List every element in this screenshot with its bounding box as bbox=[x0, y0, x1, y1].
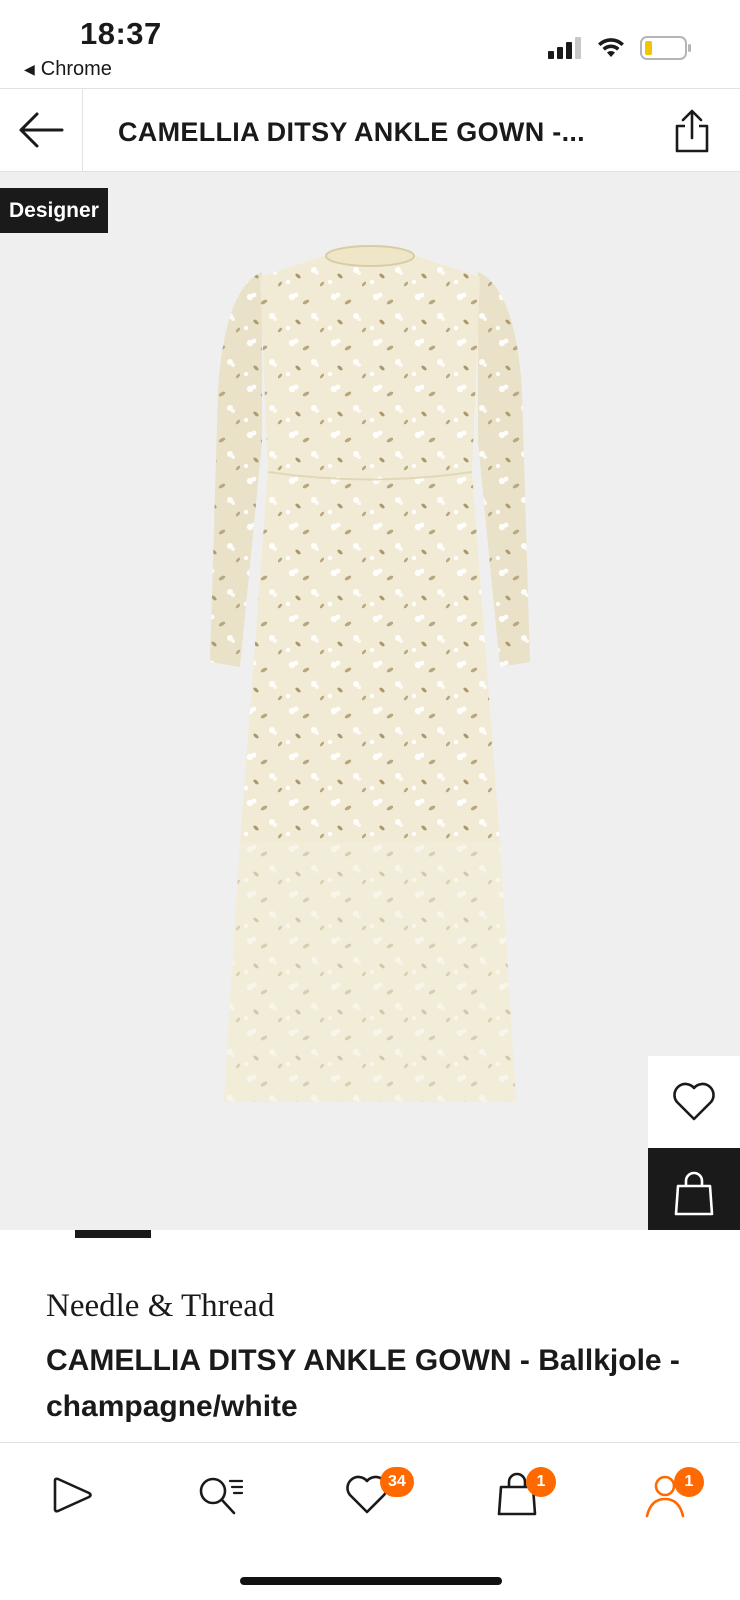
nav-wishlist[interactable]: 34 bbox=[332, 1465, 414, 1525]
bag-count-badge: 1 bbox=[526, 1467, 556, 1497]
home-indicator bbox=[240, 1577, 502, 1585]
designer-badge: Designer bbox=[0, 188, 108, 233]
back-triangle-icon: ◀ bbox=[24, 61, 35, 77]
shopping-bag-icon bbox=[674, 1171, 714, 1216]
share-button[interactable] bbox=[672, 107, 712, 155]
back-button[interactable] bbox=[0, 89, 83, 171]
return-to-app-link[interactable]: ◀ Chrome bbox=[24, 58, 112, 81]
account-notification-badge: 1 bbox=[674, 1467, 704, 1497]
status-bar: 18:37 ◀ Chrome bbox=[0, 0, 740, 88]
brand-name[interactable]: Needle & Thread bbox=[46, 1288, 274, 1325]
product-image-gallery[interactable]: Designer bbox=[0, 172, 740, 1230]
nav-bag[interactable]: 1 bbox=[482, 1465, 556, 1525]
nav-account[interactable]: 1 bbox=[630, 1465, 704, 1525]
product-header: CAMELLIA DITSY ANKLE GOWN -... bbox=[0, 88, 740, 172]
play-home-icon bbox=[53, 1477, 92, 1513]
search-list-icon bbox=[199, 1477, 244, 1515]
nav-search[interactable] bbox=[186, 1465, 256, 1525]
status-icons bbox=[548, 36, 692, 60]
return-app-label: Chrome bbox=[40, 58, 112, 80]
add-to-bag-button[interactable] bbox=[648, 1148, 740, 1230]
wishlist-count-badge: 34 bbox=[380, 1467, 414, 1497]
share-icon bbox=[675, 109, 709, 153]
arrow-left-icon bbox=[19, 112, 64, 148]
add-to-wishlist-button[interactable] bbox=[648, 1056, 740, 1148]
battery-low-icon bbox=[640, 36, 691, 60]
product-title: CAMELLIA DITSY ANKLE GOWN - Ballkjole - … bbox=[46, 1344, 680, 1423]
status-time: 18:37 bbox=[80, 16, 162, 51]
header-title: CAMELLIA DITSY ANKLE GOWN -... bbox=[118, 117, 585, 147]
dress-image bbox=[210, 245, 530, 1102]
cellular-signal-icon bbox=[548, 37, 581, 59]
nav-home[interactable] bbox=[38, 1465, 108, 1525]
gallery-progress-indicator bbox=[75, 1230, 151, 1238]
wifi-icon bbox=[598, 38, 624, 57]
heart-icon bbox=[673, 1082, 715, 1121]
